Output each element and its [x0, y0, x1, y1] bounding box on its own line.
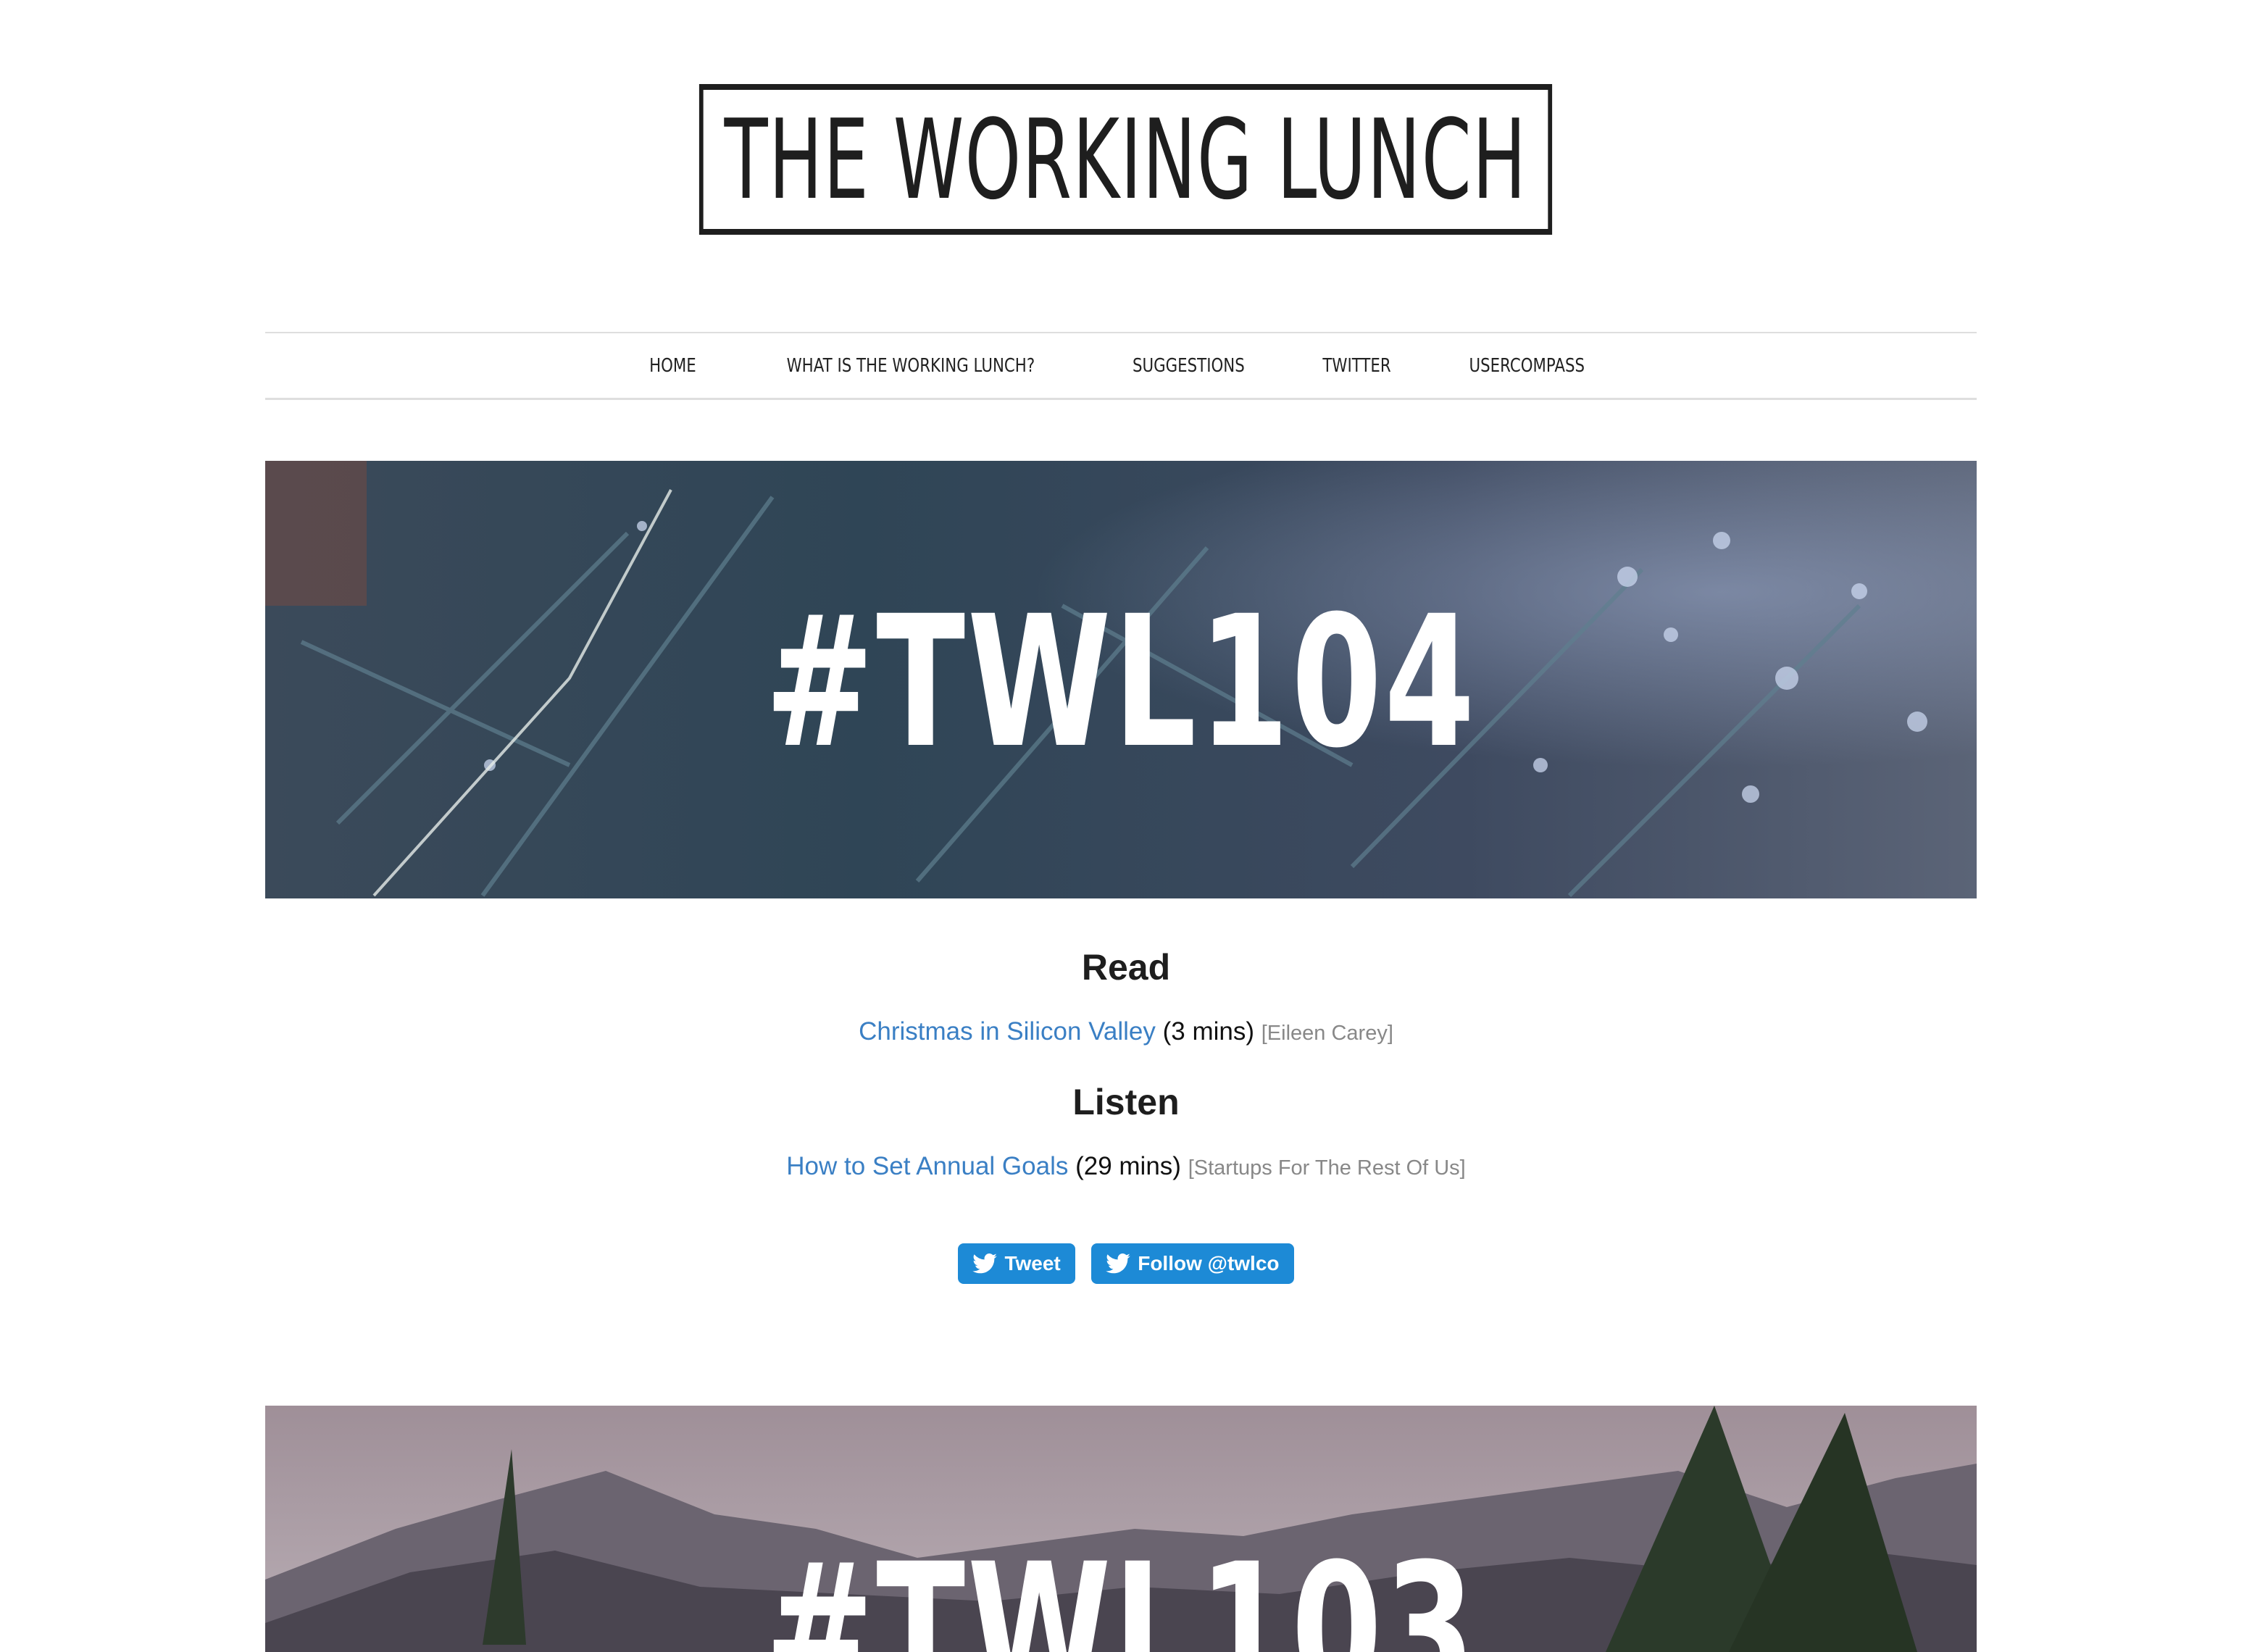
read-heading: Read — [1081, 947, 1171, 988]
listen-source: [Startups For The Rest Of Us] — [1188, 1156, 1466, 1180]
social-buttons: Tweet Follow @twlco — [0, 1243, 2252, 1284]
twitter-bird-icon — [1106, 1253, 1131, 1274]
read-entry: Christmas in Silicon Valley (3 mins) [Ei… — [0, 1017, 2252, 1046]
nav-item-suggestions[interactable]: SUGGESTIONS — [1133, 355, 1245, 377]
listen-entry: How to Set Annual Goals (29 mins) [Start… — [0, 1152, 2252, 1181]
tweet-label: Tweet — [1004, 1252, 1061, 1275]
listen-link[interactable]: How to Set Annual Goals — [786, 1152, 1068, 1180]
follow-button[interactable]: Follow @twlco — [1091, 1243, 1294, 1284]
site-logo[interactable]: THE WORKING LUNCH — [699, 84, 1553, 235]
nav-item-twitter[interactable]: TWITTER — [1322, 355, 1390, 377]
post-title[interactable]: #TWL104 — [505, 588, 1738, 777]
post-banner-twl104[interactable]: #TWL104 — [265, 461, 1977, 898]
nav-item-usercompass[interactable]: USERCOMPASS — [1469, 355, 1585, 377]
twitter-bird-icon — [972, 1253, 998, 1274]
follow-label: Follow @twlco — [1138, 1252, 1280, 1275]
nav-item-what-is[interactable]: WHAT IS THE WORKING LUNCH? — [787, 355, 1035, 377]
tweet-button[interactable]: Tweet — [958, 1243, 1075, 1284]
read-duration: (3 mins) — [1162, 1017, 1254, 1046]
nav-item-home[interactable]: HOME — [650, 355, 697, 377]
site-header: THE WORKING LUNCH — [0, 84, 2252, 235]
main-nav: HOME WHAT IS THE WORKING LUNCH? SUGGESTI… — [265, 332, 1977, 400]
read-link[interactable]: Christmas in Silicon Valley — [859, 1017, 1156, 1046]
post-banner-twl103[interactable]: #TWL103 — [265, 1406, 1977, 1652]
post-title[interactable]: #TWL103 — [505, 1536, 1738, 1652]
read-source: [Eileen Carey] — [1261, 1022, 1393, 1045]
listen-heading: Listen — [1072, 1082, 1180, 1122]
listen-duration: (29 mins) — [1075, 1152, 1181, 1180]
